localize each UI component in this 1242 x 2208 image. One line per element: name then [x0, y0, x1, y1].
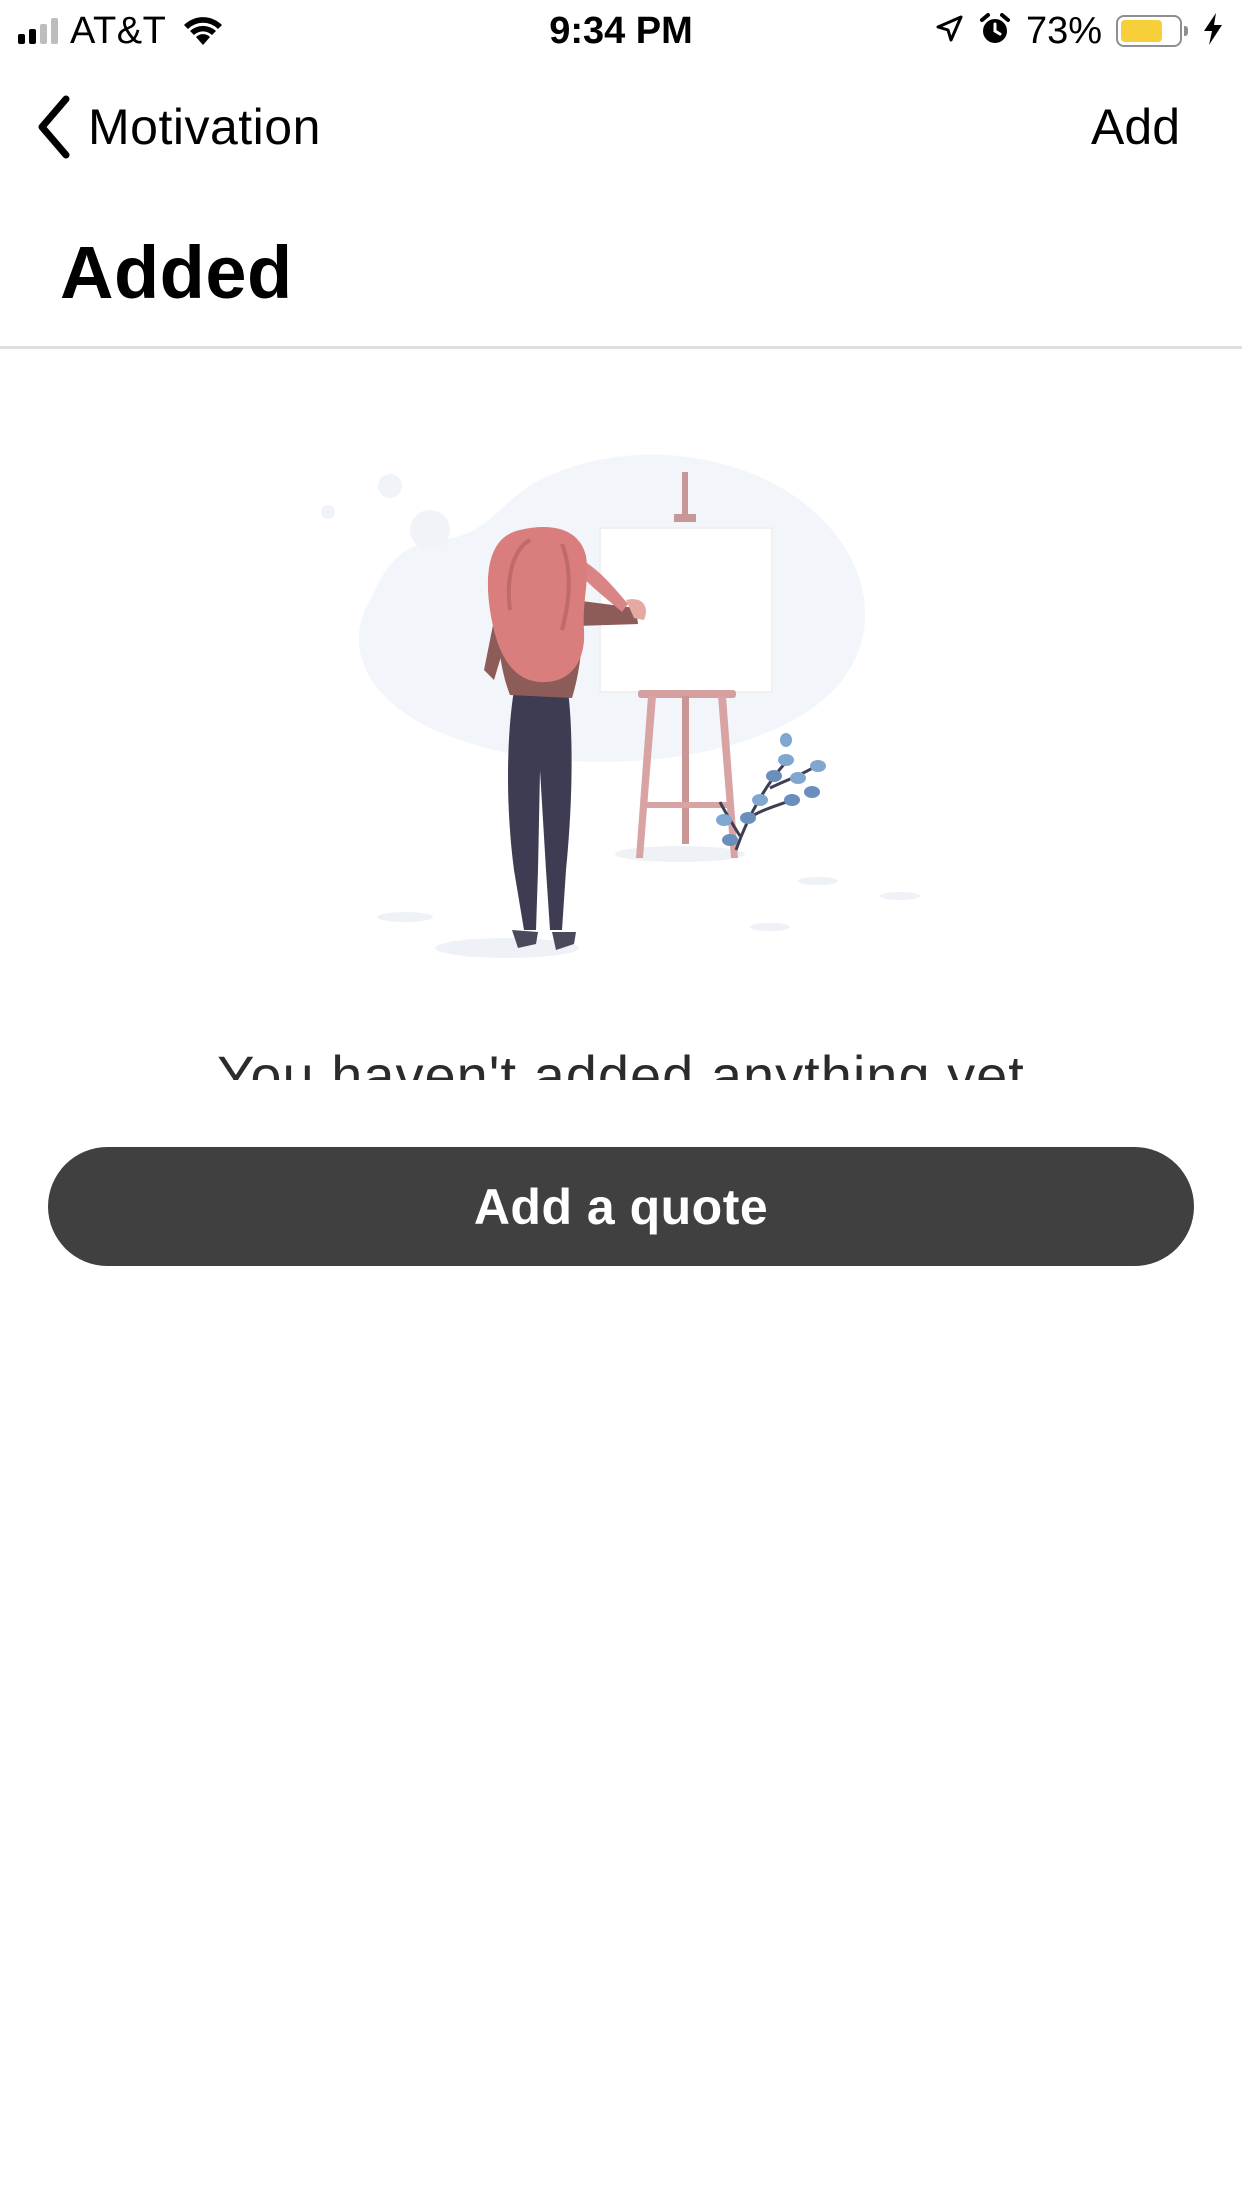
add-quote-button[interactable]: Add a quote — [48, 1147, 1194, 1266]
empty-state-message: You haven't added anything yet — [0, 1040, 1242, 1080]
charging-bolt-icon — [1202, 12, 1224, 51]
empty-state-message-text: You haven't added anything yet — [217, 1044, 1025, 1080]
back-button[interactable]: Motivation — [34, 92, 321, 162]
battery-level-fill — [1121, 20, 1162, 42]
alarm-icon — [978, 12, 1012, 51]
battery-percent: 73% — [1025, 9, 1102, 52]
navigation-bar: Motivation Add — [0, 80, 1242, 170]
chevron-left-icon — [34, 95, 88, 159]
battery-icon — [1116, 15, 1188, 47]
add-button[interactable]: Add — [1091, 92, 1180, 162]
divider — [0, 346, 1242, 349]
add-quote-button-label: Add a quote — [473, 1178, 769, 1235]
empty-state-illustration — [300, 440, 940, 980]
status-bar: AT&T 9:34 PM 73% — [0, 0, 1242, 62]
back-button-label: Motivation — [88, 99, 321, 155]
location-arrow-icon — [934, 14, 964, 49]
page-title: Added — [60, 231, 293, 314]
status-right: 73% — [934, 8, 1224, 54]
